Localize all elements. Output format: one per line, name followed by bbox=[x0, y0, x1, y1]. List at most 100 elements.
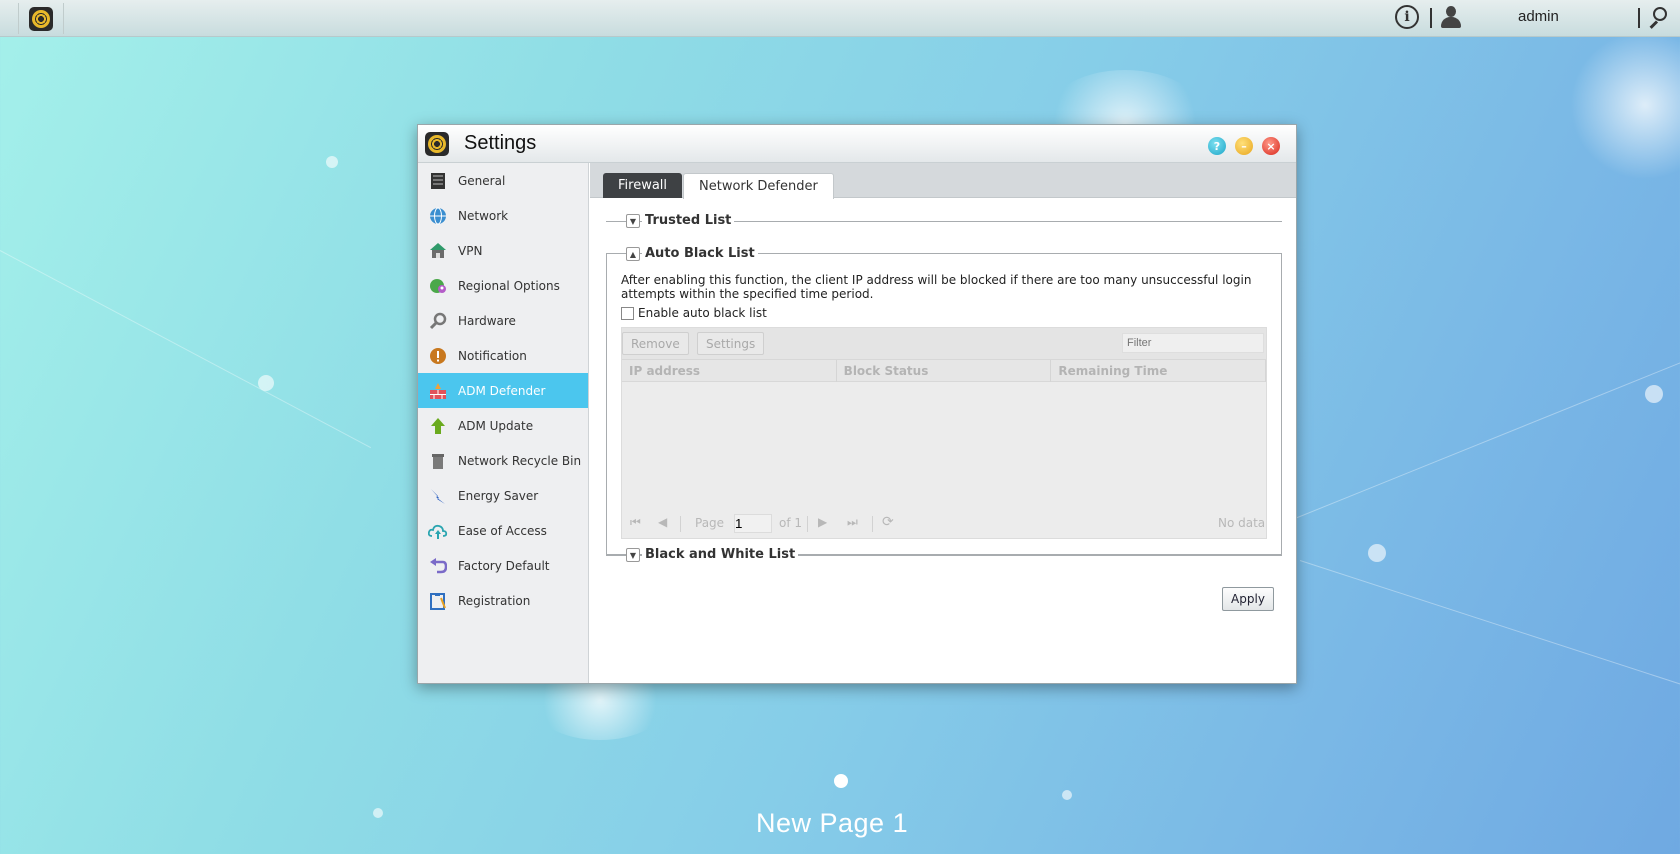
background-dot bbox=[1062, 790, 1072, 800]
background-dot bbox=[1645, 385, 1663, 403]
username-label[interactable]: admin bbox=[1518, 8, 1559, 25]
auto-black-list-description: After enabling this function, the client… bbox=[621, 273, 1252, 301]
background-line bbox=[0, 250, 372, 449]
first-page-icon[interactable]: ⏮ bbox=[630, 515, 641, 530]
minimize-icon[interactable]: – bbox=[1235, 137, 1253, 155]
settings-window: Settings ? – × General Network VPN Regio… bbox=[417, 124, 1297, 684]
section-title[interactable]: Auto Black List bbox=[642, 246, 758, 261]
pager-divider bbox=[807, 516, 808, 532]
sidebar-item-label: Regional Options bbox=[458, 278, 560, 293]
firewall-icon bbox=[428, 381, 448, 401]
desktop-page-indicator[interactable] bbox=[834, 774, 848, 788]
section-title[interactable]: Black and White List bbox=[642, 547, 799, 562]
sidebar-item-notification[interactable]: Notification bbox=[418, 338, 588, 373]
no-data-label: No data bbox=[1218, 516, 1266, 530]
section-title[interactable]: Trusted List bbox=[642, 213, 735, 228]
location-globe-icon bbox=[428, 276, 448, 296]
expand-toggle-icon[interactable]: ▼ bbox=[626, 214, 640, 228]
taskbar-divider bbox=[1430, 8, 1432, 28]
collapse-toggle-icon[interactable]: ▲ bbox=[626, 247, 640, 261]
sidebar-item-ease-of-access[interactable]: Ease of Access bbox=[418, 513, 588, 548]
taskbar: i admin bbox=[0, 0, 1680, 37]
info-icon[interactable]: i bbox=[1395, 5, 1419, 29]
background-glow bbox=[1570, 30, 1680, 180]
page-label: Page bbox=[695, 516, 725, 530]
last-page-icon[interactable]: ⏭ bbox=[847, 515, 858, 530]
grid-body bbox=[622, 383, 1266, 508]
server-icon bbox=[428, 171, 448, 191]
refresh-icon[interactable]: ⟳ bbox=[882, 514, 894, 530]
sidebar-item-vpn[interactable]: VPN bbox=[418, 233, 588, 268]
alert-icon bbox=[428, 346, 448, 366]
section-trusted-list: ▼ Trusted List bbox=[606, 213, 1282, 229]
filter-input[interactable] bbox=[1122, 333, 1264, 353]
adm-logo-icon bbox=[29, 6, 53, 31]
grid-header: IP address Block Status Remaining Time bbox=[622, 360, 1267, 382]
background-line bbox=[1299, 560, 1680, 691]
background-dot bbox=[258, 375, 274, 391]
start-button[interactable] bbox=[18, 3, 64, 34]
help-icon[interactable]: ? bbox=[1208, 137, 1226, 155]
globe-icon bbox=[428, 206, 448, 226]
enable-auto-black-list-checkbox[interactable] bbox=[621, 306, 634, 320]
sidebar-item-label: Network bbox=[458, 208, 509, 223]
sidebar-item-regional-options[interactable]: Regional Options bbox=[418, 268, 588, 303]
sidebar-item-label: General bbox=[458, 173, 506, 188]
search-icon[interactable] bbox=[1647, 7, 1669, 29]
tab-network-defender[interactable]: Network Defender bbox=[683, 173, 834, 199]
cloud-upload-icon bbox=[428, 521, 448, 541]
remove-button[interactable]: Remove bbox=[622, 332, 689, 355]
apply-button[interactable]: Apply bbox=[1222, 587, 1274, 611]
background-dot bbox=[326, 156, 338, 168]
grid-pager: ⏮ ◀ Page of 1 ▶ ⏭ ⟳ No data bbox=[622, 508, 1266, 538]
pager-divider bbox=[872, 516, 873, 532]
sidebar-item-registration[interactable]: Registration bbox=[418, 583, 588, 618]
sidebar-item-general[interactable]: General bbox=[418, 163, 588, 198]
window-titlebar[interactable]: Settings ? – × bbox=[418, 125, 1296, 163]
sidebar-item-network[interactable]: Network bbox=[418, 198, 588, 233]
tab-firewall[interactable]: Firewall bbox=[603, 173, 683, 198]
settings-content: Firewall Network Defender ▼ Trusted List… bbox=[590, 163, 1296, 683]
clipboard-icon bbox=[428, 591, 448, 611]
column-header-block-status[interactable]: Block Status bbox=[837, 360, 1052, 382]
grid-settings-button[interactable]: Settings bbox=[697, 332, 765, 355]
user-icon[interactable] bbox=[1440, 5, 1462, 29]
sidebar-item-label: Hardware bbox=[458, 313, 516, 328]
column-header-ip-address[interactable]: IP address bbox=[622, 360, 837, 382]
trash-icon bbox=[428, 451, 448, 471]
black-list-grid: Remove Settings IP address Block Status … bbox=[621, 327, 1267, 539]
sidebar-item-factory-default[interactable]: Factory Default bbox=[418, 548, 588, 583]
sidebar-item-label: Ease of Access bbox=[458, 523, 547, 538]
vpn-house-icon bbox=[428, 241, 448, 261]
column-header-remaining-time[interactable]: Remaining Time bbox=[1051, 360, 1267, 382]
enable-auto-black-list-row[interactable]: Enable auto black list bbox=[621, 306, 767, 320]
close-icon[interactable]: × bbox=[1262, 137, 1280, 155]
sidebar-item-adm-defender[interactable]: ADM Defender bbox=[418, 373, 588, 408]
previous-page-icon[interactable]: ◀ bbox=[658, 515, 667, 529]
sidebar-item-adm-update[interactable]: ADM Update bbox=[418, 408, 588, 443]
undo-arrow-icon bbox=[428, 556, 448, 576]
checkbox-label[interactable]: Enable auto black list bbox=[638, 306, 767, 320]
next-page-icon[interactable]: ▶ bbox=[818, 515, 827, 529]
sidebar-item-label: VPN bbox=[458, 243, 483, 258]
sidebar-item-label: Notification bbox=[458, 348, 527, 363]
sidebar-item-label: Registration bbox=[458, 593, 531, 608]
settings-sidebar: General Network VPN Regional Options Har… bbox=[418, 163, 589, 683]
background-dot bbox=[373, 808, 383, 818]
sidebar-item-hardware[interactable]: Hardware bbox=[418, 303, 588, 338]
expand-toggle-icon[interactable]: ▼ bbox=[626, 548, 640, 562]
sidebar-item-energy-saver[interactable]: Energy Saver bbox=[418, 478, 588, 513]
adm-logo-icon bbox=[425, 132, 449, 156]
arrow-up-icon bbox=[428, 416, 448, 436]
sidebar-item-label: ADM Defender bbox=[458, 383, 546, 398]
page-count-label: of 1 bbox=[779, 516, 803, 530]
desktop-page-label: New Page 1 bbox=[756, 808, 909, 838]
section-black-and-white-list: ▼ Black and White List bbox=[606, 547, 1282, 563]
background-line bbox=[1289, 358, 1680, 521]
sidebar-item-network-recycle-bin[interactable]: Network Recycle Bin bbox=[418, 443, 588, 478]
page-number-input[interactable] bbox=[734, 514, 772, 533]
tab-strip: Firewall Network Defender bbox=[590, 163, 1296, 199]
wrench-icon bbox=[428, 311, 448, 331]
taskbar-divider bbox=[1638, 8, 1640, 28]
sidebar-item-label: ADM Update bbox=[458, 418, 534, 433]
